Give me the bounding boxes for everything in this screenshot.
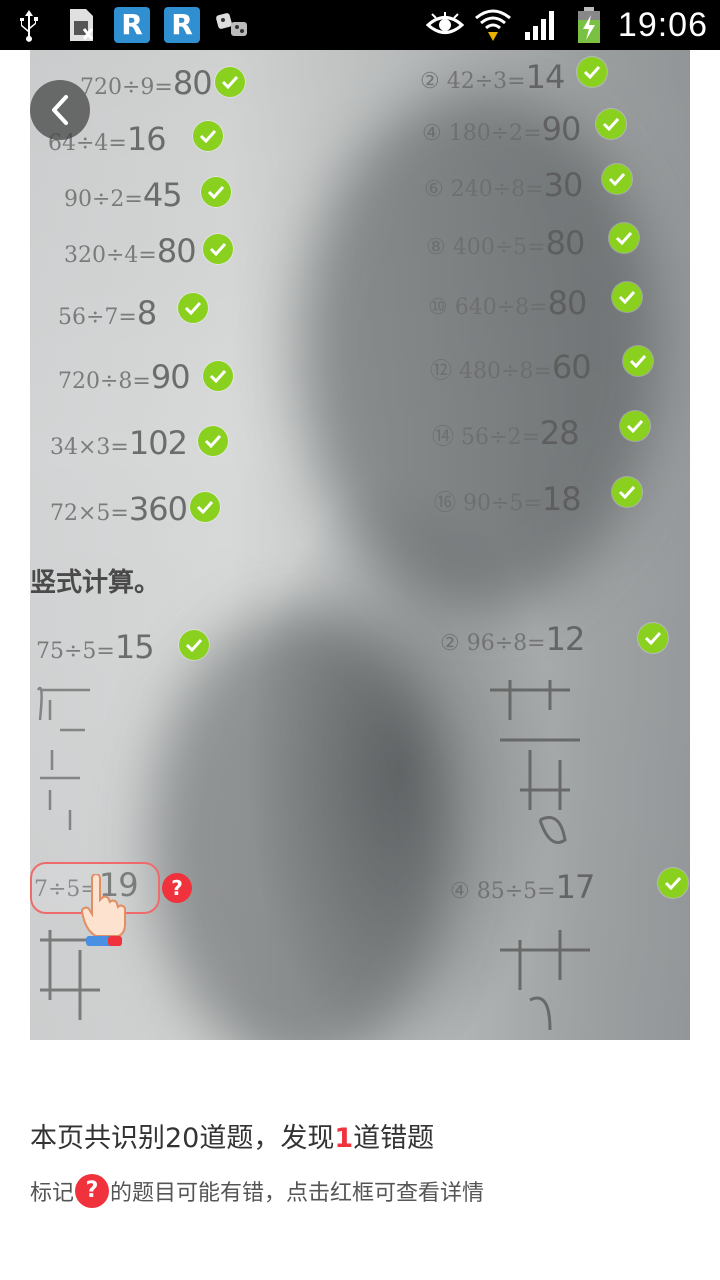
correct-check-icon — [612, 282, 642, 312]
long-division-scribble-1 — [36, 686, 90, 830]
status-bar-left: R R — [10, 6, 252, 44]
equation-left-8: 72×5=360 — [50, 490, 188, 528]
equation-right-4: ⑧ 400÷5=80 — [426, 224, 585, 262]
equation-right-2: ④ 180÷2=90 — [422, 110, 581, 148]
correct-check-icon — [612, 477, 642, 507]
equation-right-1: ② 42÷3=14 — [420, 58, 565, 96]
correct-check-icon — [638, 623, 668, 653]
error-question-icon[interactable]: ? — [162, 873, 192, 903]
long-division-scribble-4 — [500, 930, 590, 1031]
status-bar: R R 19:06 — [0, 0, 720, 50]
correct-check-icon — [179, 630, 209, 660]
equation-right-3: ⑥ 240÷8=30 — [424, 166, 583, 204]
sim-icon — [62, 6, 100, 44]
summary-title: 本页共识别20道题，发现1道错题 — [30, 1116, 434, 1155]
summary-title-prefix: 本页共识别20道题，发现 — [30, 1123, 335, 1154]
vertical-calc-2: ② 96÷8=12 — [440, 620, 585, 658]
vertical-calc-4: ④ 85÷5=17 — [450, 868, 595, 906]
section-heading: 竖式计算。 — [30, 568, 161, 598]
equation-left-3: 90÷2=45 — [64, 176, 183, 214]
correct-check-icon — [623, 346, 653, 376]
r-app-icon: R — [164, 7, 200, 43]
clock: 19:06 — [617, 5, 708, 44]
chevron-left-icon — [52, 95, 68, 125]
correct-check-icon — [193, 121, 223, 151]
summary-hint: 标记? 的题目可能有错，点击红框可查看详情 — [30, 1174, 484, 1208]
summary-hint-suffix: 的题目可能有错，点击红框可查看详情 — [110, 1181, 485, 1206]
r-app-icon: R — [114, 7, 150, 43]
correct-check-icon — [178, 293, 208, 323]
summary-title-suffix: 道错题 — [353, 1123, 435, 1154]
equation-left-1: 720÷9=80 — [80, 64, 213, 102]
tap-hand-icon — [81, 874, 126, 946]
equation-left-6: 720÷8=90 — [58, 358, 191, 396]
wifi-icon — [474, 6, 512, 44]
summary-hint-prefix: 标记 — [30, 1181, 75, 1206]
correct-check-icon — [201, 177, 231, 207]
correct-check-icon — [577, 57, 607, 87]
error-count: 1 — [334, 1123, 354, 1154]
correct-check-icon — [190, 492, 220, 522]
status-bar-right: 19:06 — [425, 5, 708, 44]
correct-check-icon — [609, 223, 639, 253]
correct-check-icon — [602, 164, 632, 194]
battery-charging-icon — [570, 6, 608, 44]
correct-check-icon — [203, 234, 233, 264]
equation-right-5: ⑩ 640÷8=80 — [428, 284, 587, 322]
correct-check-icon — [203, 361, 233, 391]
equation-left-7: 34×3=102 — [50, 424, 188, 462]
usb-icon — [10, 6, 48, 44]
correct-check-icon — [198, 426, 228, 456]
long-division-scribble-2 — [490, 680, 580, 844]
equation-left-5: 56÷7=8 — [58, 294, 157, 332]
equation-right-6: ⑫ 480÷8=60 — [430, 348, 592, 386]
back-button[interactable] — [30, 80, 90, 140]
correct-check-icon — [620, 411, 650, 441]
homework-photo: 720÷9=80 64÷4=16 90÷2=45 320÷4=80 56÷7=8… — [30, 50, 690, 1040]
correct-check-icon — [596, 109, 626, 139]
signal-icon — [522, 6, 560, 44]
correct-check-icon — [658, 868, 688, 898]
equation-right-7: ⑭ 56÷2=28 — [432, 414, 580, 452]
equation-right-8: ⑯ 90÷5=18 — [434, 480, 582, 518]
dice-icon — [214, 6, 252, 44]
correct-check-icon — [215, 67, 245, 97]
equation-left-4: 320÷4=80 — [64, 232, 197, 270]
question-mark-icon: ? — [75, 1174, 110, 1208]
eye-icon — [425, 6, 464, 44]
